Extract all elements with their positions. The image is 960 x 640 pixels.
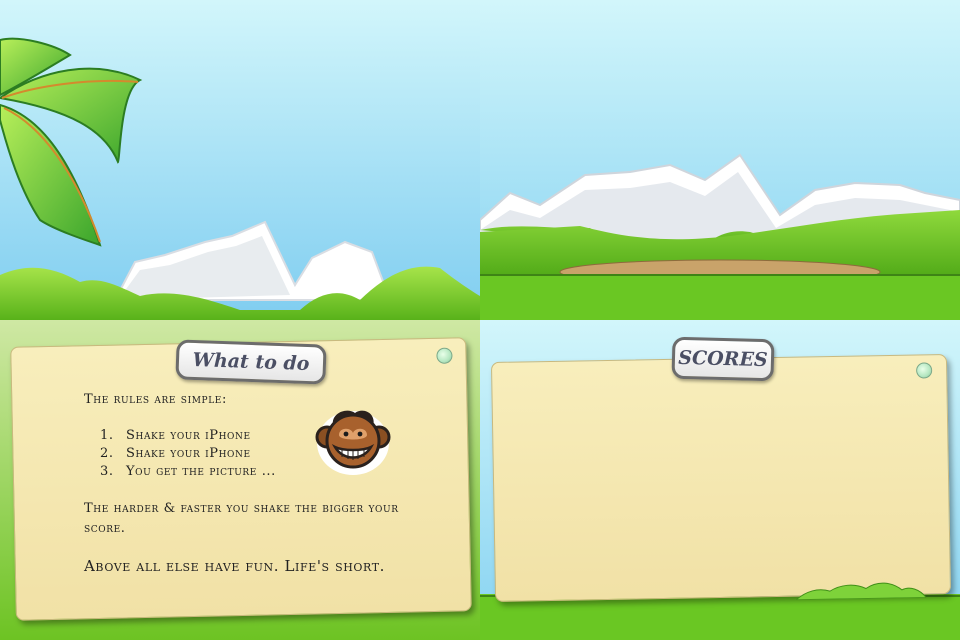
monkey-face-icon [315,410,391,475]
grass-tuft [795,582,927,600]
what-to-do-tab: What to do [175,339,327,385]
tab-label: What to do [192,348,310,376]
scores-panel: SCORES [480,320,960,640]
pin-icon [436,347,453,364]
scene-palm-tree-panel [0,0,480,320]
scores-card [490,354,952,602]
scores-tab: SCORES [671,336,775,382]
tab-label: SCORES [678,346,768,372]
pin-icon [916,362,933,379]
instructions-panel: What to do The rules are simple: 1. Shake… [0,320,480,640]
scene-clearing-panel [480,0,960,320]
clearing-scene [480,0,960,320]
rules-closing: Above all else have fun. Life's short. [84,557,386,575]
rules-note: The harder & faster you shake the bigger… [84,501,399,536]
palm-mountain-scene [0,0,480,320]
